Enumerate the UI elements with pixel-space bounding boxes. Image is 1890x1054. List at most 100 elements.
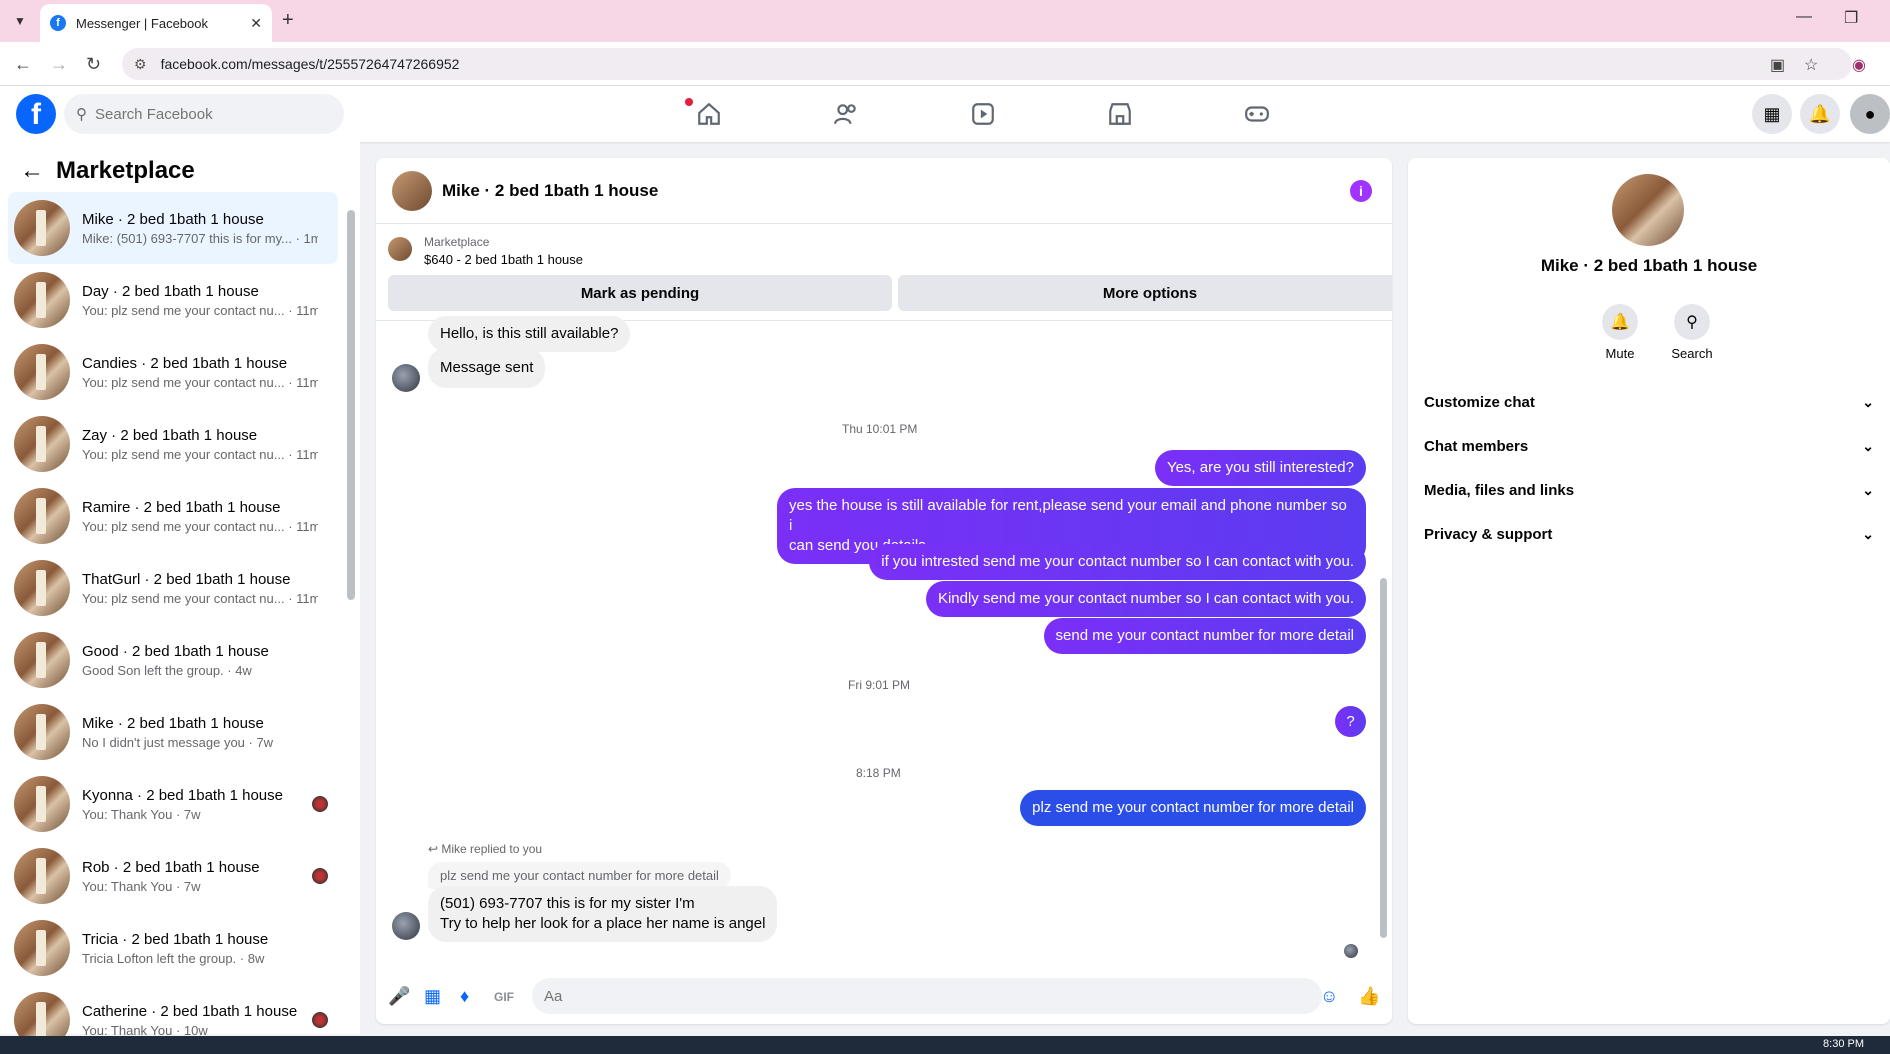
listing-thumbnail[interactable] [388,237,412,261]
row-label: Privacy & support [1424,525,1553,543]
sender-avatar [392,912,420,940]
facebook-search[interactable]: ⚲ [64,94,344,134]
notification-dot [685,98,693,106]
chat-members-row[interactable]: Chat members ⌄ [1424,424,1874,468]
install-icon[interactable]: ▣ [1770,55,1785,75]
conversation-item[interactable]: Ramire · 2 bed 1bath 1 house You: plz sen… [8,480,338,552]
conversation-item[interactable]: Zay · 2 bed 1bath 1 house You: plz send m… [8,408,338,480]
facebook-search-input[interactable] [95,105,295,123]
chat-title[interactable]: Mike · 2 bed 1bath 1 house [442,181,658,201]
privacy-support-row[interactable]: Privacy & support ⌄ [1424,512,1874,556]
conversation-item[interactable]: Mike · 2 bed 1bath 1 house No I didn't ju… [8,696,338,768]
message-thread: Hello, is this still available? Message … [376,316,1392,964]
reply-hint: ↩ Mike replied to you [428,842,543,856]
photo-icon[interactable]: ▦ [424,986,441,1007]
conversation-name: Catherine · 2 bed 1bath 1 house [82,1002,298,1020]
chat-avatar[interactable] [392,170,432,211]
browser-tab[interactable]: f Messenger | Facebook ✕ [40,4,272,42]
conversation-name: Zay · 2 bed 1bath 1 house [82,426,258,444]
media-files-links-row[interactable]: Media, files and links ⌄ [1424,468,1874,512]
emoji-icon[interactable]: ☺ [1320,986,1338,1007]
message-input-box[interactable] [532,978,1322,1014]
browser-tab-bar: ▼ f Messenger | Facebook ✕ + — ❐ [0,0,1890,42]
outgoing-message-line: yes the house is still available for ren… [789,497,1347,534]
quoted-message[interactable]: plz send me your contact number for more… [428,862,731,889]
conversation-snippet: You: plz send me your contact nu... · 11… [82,446,318,462]
avatar [14,560,70,616]
reload-icon[interactable]: ↻ [86,54,101,75]
menu-grid-icon[interactable]: ▦ [1752,94,1792,134]
profile-icon[interactable]: ◉ [1852,55,1866,75]
conversation-item[interactable]: ThatGurl · 2 bed 1bath 1 house You: plz s… [8,552,338,624]
restore-icon[interactable]: ❐ [1844,8,1858,28]
sidebar-scrollbar[interactable] [347,210,355,600]
forward-icon[interactable]: → [50,54,68,75]
conversation-name: Tricia · 2 bed 1bath 1 house [82,930,269,948]
back-arrow-icon[interactable]: ← [20,157,44,185]
search-label: Search [1671,346,1713,361]
tab-list-button[interactable]: ▼ [8,10,32,32]
avatar [14,344,70,400]
incoming-message: Hello, is this still available? [428,316,631,352]
bookmark-star-icon[interactable]: ☆ [1804,55,1818,75]
reply-hint-text: Mike replied to you [441,842,543,856]
message-composer: 🎤 ▦ ♦ GIF ☺ 👍 [376,968,1392,1024]
bell-icon: 🔔 [1602,304,1638,340]
nav-friends[interactable] [777,86,914,142]
timestamp: Thu 10:01 PM [842,422,918,436]
info-icon[interactable]: i [1350,180,1372,202]
conversation-item[interactable]: Good · 2 bed 1bath 1 house Good Son left … [8,624,338,696]
conversation-snippet: Good Son left the group. · 4w [82,662,252,678]
more-options-button[interactable]: More options [898,275,1392,311]
conversation-list: Mike · 2 bed 1bath 1 house Mike: (501) 69… [8,192,338,1054]
marketplace-icon [1108,103,1131,125]
message-input[interactable] [544,987,1244,1005]
avatar [14,272,70,328]
minimize-icon[interactable]: — [1796,8,1812,26]
listing-price[interactable]: $640 - 2 bed 1bath 1 house [424,252,583,267]
chat-scrollbar[interactable] [1380,578,1387,938]
mark-as-pending-button[interactable]: Mark as pending [388,275,892,311]
back-icon[interactable]: ← [14,54,32,75]
profile-avatar[interactable] [1612,174,1684,246]
outgoing-message: Kindly send me your contact number so I … [925,581,1366,617]
conversation-item[interactable]: Kyonna · 2 bed 1bath 1 house You: Thank Y… [8,768,338,840]
like-thumb-icon[interactable]: 👍 [1358,986,1380,1007]
outgoing-message: plz send me your contact number for more… [1020,790,1366,826]
conversation-snippet: You: plz send me your contact nu... · 11… [82,590,318,606]
seen-avatar [312,868,328,884]
nav-marketplace[interactable] [1051,86,1188,142]
sticker-icon[interactable]: ♦ [460,986,469,1007]
conversation-name: Mike · 2 bed 1bath 1 house [82,210,264,228]
nav-video[interactable] [914,86,1051,142]
read-receipt-avatar [1344,944,1358,958]
conversation-name: Ramire · 2 bed 1bath 1 house [82,498,281,516]
customize-chat-row[interactable]: Customize chat ⌄ [1424,380,1874,424]
conversation-name: ThatGurl · 2 bed 1bath 1 house [82,570,291,588]
notifications-bell-icon[interactable]: 🔔 [1800,94,1840,134]
facebook-favicon-icon: f [50,15,66,31]
chat-info-panel: Mike · 2 bed 1bath 1 house 🔔 Mute ⚲ Sear… [1408,158,1890,1024]
conversation-item[interactable]: Tricia · 2 bed 1bath 1 house Tricia Lofto… [8,912,338,984]
mute-button[interactable]: 🔔 Mute [1590,304,1650,361]
close-tab-icon[interactable]: ✕ [250,15,262,32]
conversation-item[interactable]: Rob · 2 bed 1bath 1 house You: Thank You … [8,840,338,912]
microphone-icon[interactable]: 🎤 [388,986,410,1007]
chat-panel: Mike · 2 bed 1bath 1 house i Marketplace… [376,158,1392,1024]
incoming-message-line: Try to help her look for a place her nam… [440,915,766,932]
url-field[interactable]: ⚙ facebook.com/messages/t/25557264747266… [122,48,1852,80]
friends-icon [833,104,856,125]
site-info-icon[interactable]: ⚙ [134,56,147,73]
conversation-item[interactable]: Day · 2 bed 1bath 1 house You: plz send m… [8,264,338,336]
new-tab-icon[interactable]: + [282,9,294,32]
conversation-item[interactable]: Mike · 2 bed 1bath 1 house Mike: (501) 69… [8,192,338,264]
conversation-name: Day · 2 bed 1bath 1 house [82,282,259,300]
gif-icon[interactable]: GIF [494,990,514,1004]
conversation-item[interactable]: Candies · 2 bed 1bath 1 house You: plz se… [8,336,338,408]
chevron-down-icon: ⌄ [1862,525,1874,542]
facebook-logo-icon[interactable]: f [16,94,56,134]
account-avatar[interactable]: ● [1850,94,1890,134]
nav-home[interactable] [640,86,777,142]
nav-gaming[interactable] [1188,86,1325,142]
search-button[interactable]: ⚲ Search [1662,304,1722,361]
